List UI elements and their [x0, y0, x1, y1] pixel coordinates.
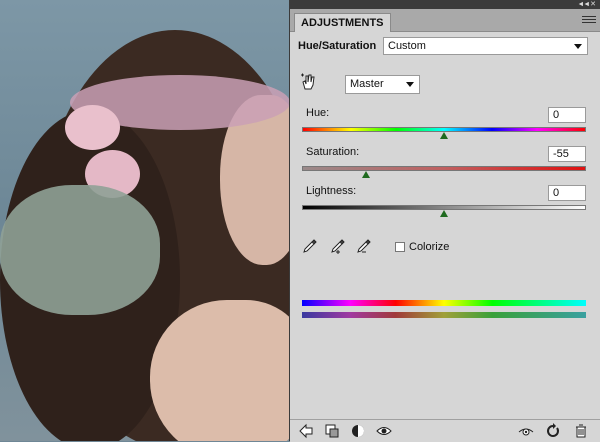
panel-footer — [290, 419, 600, 442]
reset-icon[interactable] — [545, 423, 561, 439]
chevron-down-icon — [574, 44, 582, 49]
targeted-adjustment-hand-icon[interactable] — [299, 73, 317, 91]
leaves-shape — [0, 185, 160, 315]
eyedropper-icon[interactable] — [302, 238, 318, 254]
rose-shape — [65, 105, 120, 150]
eyedropper-plus-icon[interactable] — [330, 238, 346, 254]
view-previous-icon[interactable] — [518, 423, 534, 439]
hue-label: Hue: — [306, 107, 330, 119]
eyedropper-minus-icon[interactable] — [356, 238, 372, 254]
saturation-input[interactable]: -55 — [548, 146, 586, 162]
panel-tab-bar: ADJUSTMENTS — [290, 9, 600, 32]
saturation-label: Saturation: — [306, 146, 360, 158]
panel-menu-icon[interactable] — [582, 16, 596, 26]
trash-icon[interactable] — [573, 423, 589, 439]
saturation-slider-track[interactable] — [302, 166, 586, 171]
channel-dropdown[interactable]: Master — [345, 75, 420, 94]
background-photo — [0, 0, 289, 441]
colorize-label: Colorize — [409, 241, 450, 253]
adjustments-panel: ◄◄ ✕ ADJUSTMENTS Hue/Saturation Custom M… — [289, 0, 600, 442]
input-color-spectrum — [302, 300, 586, 306]
clip-to-layer-icon[interactable] — [324, 423, 340, 439]
lightness-label: Lightness: — [306, 185, 357, 197]
visibility-eye-icon[interactable] — [376, 423, 392, 439]
saturation-slider-thumb[interactable] — [361, 171, 370, 178]
adjustment-title: Hue/Saturation — [298, 40, 377, 52]
lightness-slider-thumb[interactable] — [440, 210, 448, 217]
collapse-arrows-icon[interactable]: ◄◄ ✕ — [577, 0, 596, 9]
lightness-input[interactable]: 0 — [548, 185, 586, 201]
tab-adjustments[interactable]: ADJUSTMENTS — [294, 13, 391, 32]
chevron-down-icon — [406, 82, 414, 87]
colorize-checkbox[interactable] — [395, 242, 405, 252]
mask-icon[interactable] — [350, 423, 366, 439]
output-color-spectrum — [302, 312, 586, 318]
preset-dropdown[interactable]: Custom — [383, 37, 588, 55]
back-arrow-icon[interactable] — [298, 423, 314, 439]
preset-value: Custom — [388, 40, 426, 52]
channel-value: Master — [350, 78, 384, 90]
panel-title-bar: ◄◄ ✕ — [290, 0, 600, 9]
hue-slider-thumb[interactable] — [440, 132, 448, 139]
hue-input[interactable]: 0 — [548, 107, 586, 123]
